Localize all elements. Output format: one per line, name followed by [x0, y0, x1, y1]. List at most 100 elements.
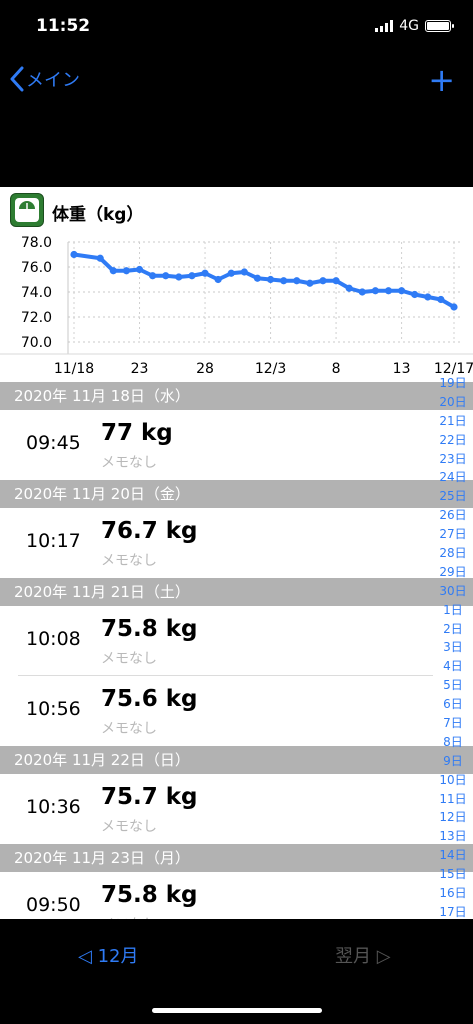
back-button[interactable]: メイン [8, 66, 80, 92]
entry-row[interactable]: 10:17 76.7 kg メモなし [0, 508, 473, 578]
day-index-item[interactable]: 19日 [436, 374, 470, 393]
entry-memo: メモなし [101, 651, 157, 667]
y-tick-label: 72.0 [21, 310, 52, 326]
entry-weight: 75.8 kg [101, 616, 198, 642]
x-tick-label: 12/3 [255, 361, 286, 377]
day-index-item[interactable]: 13日 [436, 827, 470, 846]
day-index-item[interactable]: 11日 [436, 790, 470, 809]
entry-list: 2020年 11月 18日（水） 09:45 77 kg メモなし 2020年 11月 … [0, 382, 473, 919]
day-index-item[interactable]: 28日 [436, 544, 470, 563]
prev-month-button[interactable]: ◁ 12月 [78, 942, 138, 968]
entry-row[interactable]: 09:45 77 kg メモなし [0, 410, 473, 480]
day-index-item[interactable]: 7日 [436, 714, 470, 733]
signal-icon [375, 20, 394, 32]
weight-line [73, 252, 455, 309]
status-indicators: 4G [375, 18, 454, 34]
day-index-item[interactable]: 10日 [436, 771, 470, 790]
entry-weight: 76.7 kg [101, 518, 198, 544]
x-tick-label: 8 [332, 361, 341, 377]
home-indicator [152, 1008, 322, 1013]
battery-icon [425, 20, 454, 32]
section-header: 2020年 11月 22日（日） [0, 746, 473, 774]
weight-point [122, 267, 131, 275]
add-button[interactable]: + [428, 64, 455, 96]
day-index-item[interactable]: 22日 [436, 431, 470, 450]
day-index-item[interactable]: 21日 [436, 412, 470, 431]
y-tick-label: 76.0 [21, 260, 52, 276]
section-header: 2020年 11月 20日（金） [0, 480, 473, 508]
weight-point [253, 274, 262, 282]
scale-icon [10, 193, 44, 227]
section-header: 2020年 11月 23日（月） [0, 844, 473, 872]
weight-point [384, 287, 393, 295]
status-time: 11:52 [36, 16, 91, 36]
weight-point [319, 277, 327, 285]
entry-memo: メモなし [101, 819, 157, 835]
entry-row[interactable]: 10:56 75.6 kg メモなし [0, 676, 473, 746]
weight-chart: 78.076.074.072.070.011/18 23 28 12/3 8 13 12/1… [0, 235, 473, 377]
section-header: 2020年 11月 18日（水） [0, 382, 473, 410]
entry-weight: 75.6 kg [101, 686, 198, 712]
day-index-item[interactable]: 25日 [436, 487, 470, 506]
weight-point [135, 265, 144, 274]
day-index-item[interactable]: 1日 [436, 601, 470, 620]
entry-memo: メモなし [101, 553, 157, 569]
weight-point [371, 287, 379, 295]
entry-weight: 75.8 kg [101, 882, 198, 908]
x-tick-label: 13 [393, 361, 411, 377]
day-index-item[interactable]: 27日 [436, 525, 470, 544]
day-index-item[interactable]: 2日 [436, 620, 470, 639]
entry-row[interactable]: 09:5075.8 kgメモなし [0, 872, 473, 919]
day-index-item[interactable]: 14日 [436, 846, 470, 865]
next-month-button[interactable]: 翌月 ▷ [335, 942, 391, 968]
weight-point [280, 277, 288, 285]
entry-memo: メモなし [101, 721, 157, 737]
weight-point [188, 272, 196, 280]
entry-time: 10:36 [26, 796, 81, 818]
entry-time: 10:56 [26, 698, 81, 720]
weight-point [70, 250, 78, 259]
entry-row[interactable]: 10:36 75.7 kg メモなし [0, 774, 473, 844]
weight-point [149, 272, 157, 280]
weight-point [345, 284, 353, 292]
chevron-left-icon [10, 66, 24, 92]
plus-icon: + [428, 61, 455, 99]
entry-time: 10:17 [26, 530, 81, 552]
weight-point [109, 267, 117, 275]
weight-point [424, 293, 432, 301]
day-index-item[interactable]: 24日 [436, 468, 470, 487]
network-type: 4G [399, 18, 419, 34]
day-index-item[interactable]: 29日 [436, 563, 470, 582]
day-index-item[interactable]: 16日 [436, 884, 470, 903]
day-index-item[interactable]: 15日 [436, 865, 470, 884]
weight-point [240, 268, 248, 276]
day-index-item[interactable]: 8日 [436, 733, 470, 752]
weight-point [293, 277, 301, 285]
weight-point [332, 277, 340, 285]
day-index-item[interactable]: 3日 [436, 638, 470, 657]
section-header: 2020年 11月 21日（土） [0, 578, 473, 606]
day-index-item[interactable]: 5日 [436, 676, 470, 695]
weight-point [266, 275, 275, 284]
day-index-item[interactable]: 30日 [436, 582, 470, 601]
day-index-item[interactable]: 26日 [436, 506, 470, 525]
day-index: 19日 20日 21日 22日 23日 24日 25日 26日 27日 28日 29日 30日 1日 2日… [436, 374, 470, 922]
day-index-item[interactable]: 6日 [436, 695, 470, 714]
day-index-item[interactable]: 9日 [436, 752, 470, 771]
entry-memo: メモなし [101, 455, 157, 471]
day-index-item[interactable]: 23日 [436, 450, 470, 469]
day-index-item[interactable]: 12日 [436, 808, 470, 827]
weight-point [450, 303, 458, 311]
day-index-item[interactable]: 20日 [436, 393, 470, 412]
weight-point [437, 295, 445, 304]
entry-row[interactable]: 10:08 75.8 kg メモなし [0, 606, 473, 676]
back-label: メイン [26, 70, 80, 91]
chart-title: 体重（kg） [52, 205, 144, 225]
entry-time: 09:50 [26, 894, 81, 916]
day-index-item[interactable]: 4日 [436, 657, 470, 676]
entry-time: 09:45 [26, 432, 81, 454]
entry-time: 10:08 [26, 628, 81, 650]
y-tick-label: 70.0 [21, 335, 52, 351]
x-tick-label: 23 [131, 361, 149, 377]
entry-weight: 77 kg [101, 420, 173, 446]
